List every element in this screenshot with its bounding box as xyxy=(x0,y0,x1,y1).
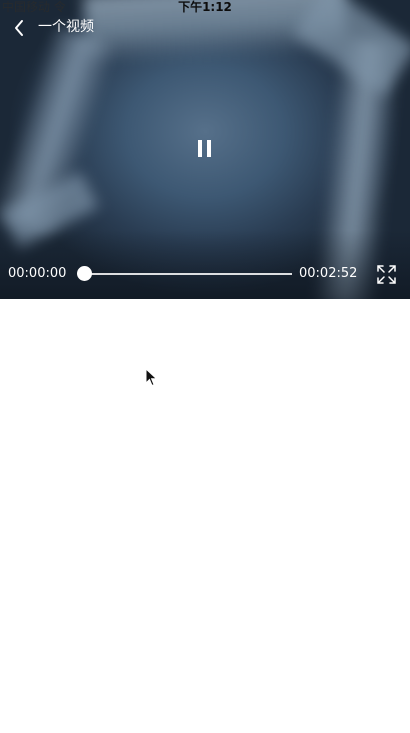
progress-thumb[interactable] xyxy=(76,266,92,281)
status-bar: 中国移动 令 下午1:12 xyxy=(0,0,410,14)
current-time: 00:00:00 xyxy=(8,266,67,281)
pause-button[interactable] xyxy=(195,138,215,160)
video-player[interactable]: 中国移动 令 下午1:12 一个视频 00:00:00 00:02:52 xyxy=(0,0,410,299)
total-time: 00:02:52 xyxy=(299,266,358,281)
page-title: 一个视频 xyxy=(38,19,94,35)
progress-bar[interactable] xyxy=(84,273,292,275)
fullscreen-button[interactable] xyxy=(377,265,396,284)
chevron-left-icon xyxy=(15,20,23,36)
content-area xyxy=(0,299,410,733)
mouse-cursor-icon xyxy=(145,368,158,387)
nav-bar: 一个视频 xyxy=(0,14,410,40)
back-button[interactable] xyxy=(10,18,30,38)
playback-controls: 00:00:00 00:02:52 xyxy=(0,262,410,286)
screen: 中国移动 令 下午1:12 一个视频 00:00:00 00:02:52 xyxy=(0,0,410,733)
fullscreen-icon xyxy=(377,265,396,284)
status-time: 下午1:12 xyxy=(178,0,232,14)
